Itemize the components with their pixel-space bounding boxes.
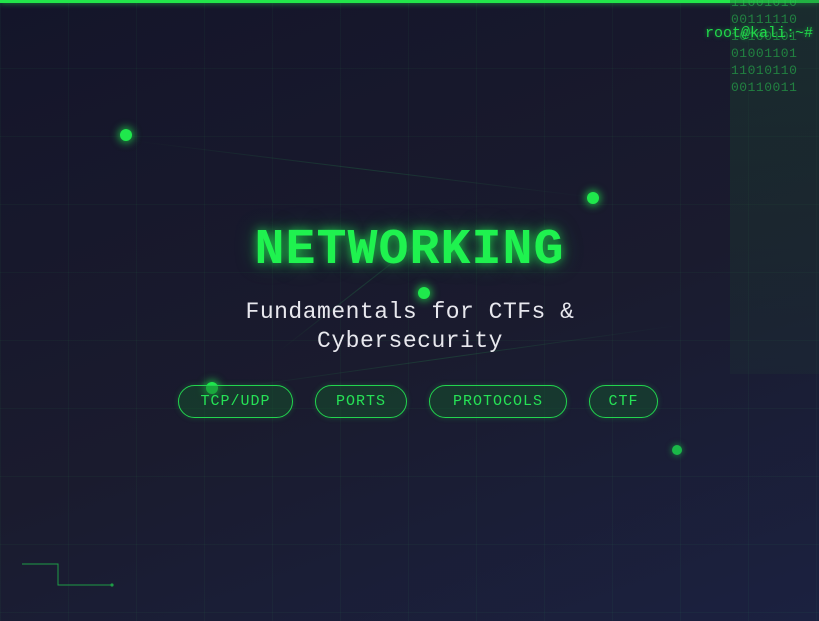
top-accent-bar — [0, 0, 819, 3]
slide-title: NETWORKING — [254, 222, 565, 279]
network-link-line — [129, 140, 597, 199]
tag-ctf[interactable]: CTF — [589, 385, 658, 418]
topic-tags: TCP/UDP PORTS PROTOCOLS CTF — [0, 385, 819, 420]
binary-line: 00110011 — [731, 80, 798, 95]
network-node-dot — [120, 129, 132, 141]
network-node-dot — [672, 445, 682, 455]
binary-rain-column: 11001010 00111110 10100101 01001101 1101… — [730, 0, 819, 374]
network-node-dot — [587, 192, 599, 204]
binary-line: 01001101 — [731, 46, 798, 61]
terminal-prompt: root@kali:~# — [704, 25, 813, 42]
binary-line: 11010110 — [731, 63, 798, 78]
circuit-trace-icon — [22, 563, 114, 587]
slide-subtitle: Fundamentals for CTFs & Cybersecurity — [245, 299, 575, 354]
tag-ports[interactable]: PORTS — [315, 385, 407, 418]
tag-protocols[interactable]: PROTOCOLS — [429, 385, 567, 418]
binary-line: 11001010 — [731, 0, 798, 10]
tag-tcp-udp[interactable]: TCP/UDP — [178, 385, 293, 418]
